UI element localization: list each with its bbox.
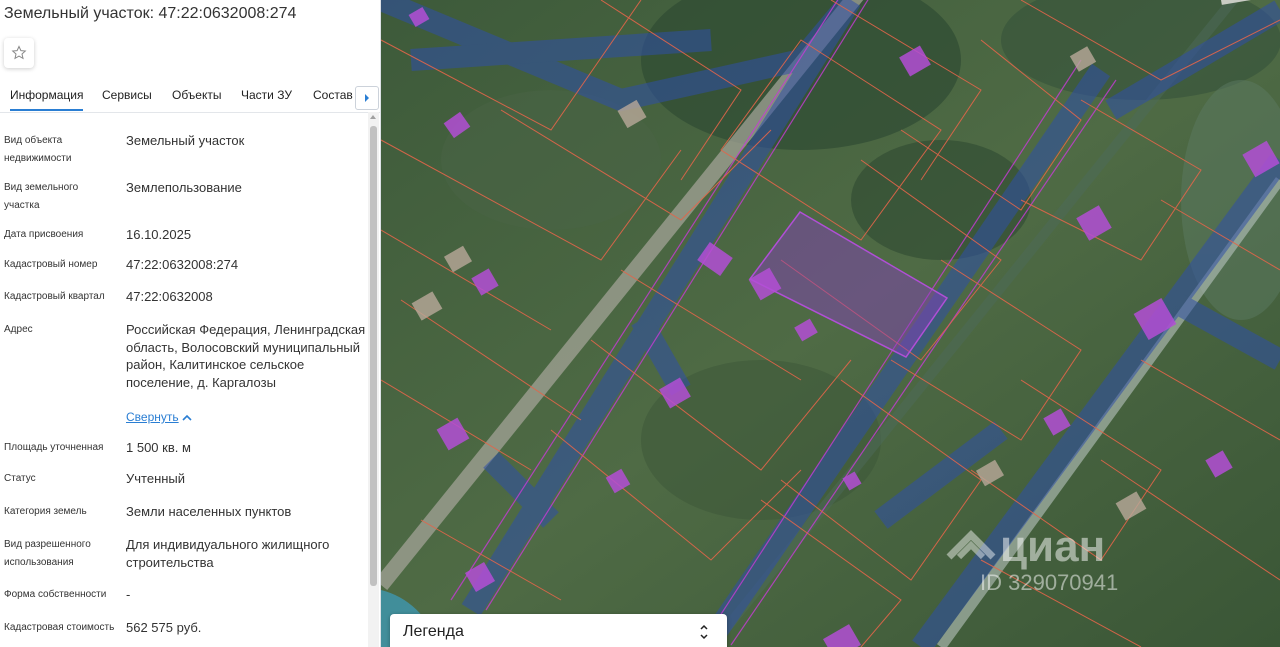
detail-value: Землепользование <box>126 180 242 195</box>
star-icon <box>11 45 27 60</box>
detail-label: Кадастровый квартал <box>4 291 105 302</box>
watermark-brand: циан <box>1000 522 1106 571</box>
tab-composition[interactable]: Состав <box>313 88 353 102</box>
detail-label: Вид земельного участка <box>4 182 79 211</box>
favorite-button[interactable] <box>4 38 34 68</box>
detail-label: Форма собственности <box>4 589 107 600</box>
tab-bar: Информация Сервисы Объекты Части ЗУ Сост… <box>0 80 380 113</box>
chevron-up-icon[interactable] <box>182 414 192 422</box>
watermark-id: ID 329070941 <box>980 570 1119 595</box>
detail-value: Земли населенных пунктов <box>126 504 292 519</box>
detail-label: Адрес <box>4 324 33 335</box>
expand-collapse-icon[interactable] <box>699 623 709 641</box>
tab-services[interactable]: Сервисы <box>102 88 152 102</box>
scroll-up-arrow[interactable] <box>370 115 376 119</box>
legend-panel[interactable]: Легенда <box>390 614 727 647</box>
detail-value: Земельный участок <box>126 133 245 148</box>
tabs-scroll-right-button[interactable] <box>355 86 379 110</box>
detail-label: Категория земель <box>4 506 87 517</box>
detail-label: Дата присвоения <box>4 229 84 240</box>
address-value: Российская Федерация, Ленинградская обла… <box>126 322 366 390</box>
map-view[interactable]: Легенда <box>381 0 1280 647</box>
detail-value: 1 500 кв. м <box>126 440 191 455</box>
detail-label: Площадь уточненная <box>4 442 104 453</box>
collapse-link[interactable]: Свернуть <box>126 410 179 424</box>
detail-label: Кадастровая стоимость <box>4 622 115 633</box>
tab-information[interactable]: Информация <box>10 88 84 111</box>
satellite-map[interactable] <box>381 0 1280 647</box>
tab-parcel-parts[interactable]: Части ЗУ <box>241 88 292 102</box>
legend-title: Легенда <box>403 623 464 640</box>
detail-label: Вид разрешенного использования <box>4 539 91 568</box>
panel-scrollbar[interactable] <box>368 112 379 647</box>
info-panel: Земельный участок: 47:22:0632008:274 Инф… <box>0 0 381 647</box>
detail-value: Для индивидуального жилищного строительс… <box>126 537 330 570</box>
detail-value: 47:22:0632008 <box>126 289 213 304</box>
detail-value: - <box>126 587 131 602</box>
detail-value: Учтенный <box>126 471 186 486</box>
detail-value: 16.10.2025 <box>126 227 192 242</box>
tab-objects[interactable]: Объекты <box>172 88 222 102</box>
detail-value: 562 575 руб. <box>126 620 202 635</box>
page-title: Земельный участок: 47:22:0632008:274 <box>4 5 297 22</box>
scroll-thumb[interactable] <box>370 126 377 586</box>
detail-label: Вид объекта недвижимости <box>4 135 72 164</box>
detail-label: Кадастровый номер <box>4 259 98 270</box>
cian-logo-icon <box>946 530 996 560</box>
detail-value: 47:22:0632008:274 <box>126 257 239 272</box>
detail-label: Статус <box>4 473 36 484</box>
chevron-right-icon <box>365 94 369 102</box>
